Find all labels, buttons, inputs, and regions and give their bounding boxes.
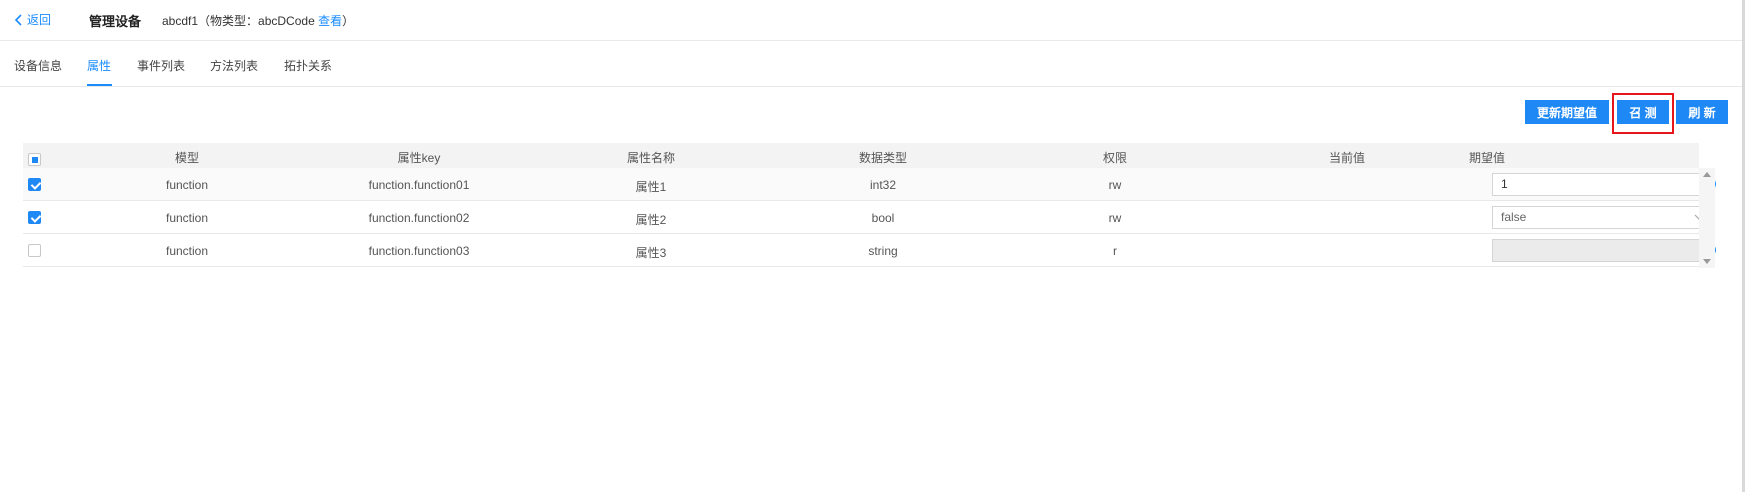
cell-key: function.function02: [368, 211, 470, 225]
column-header-expected: 期望值: [1469, 151, 1506, 165]
table-header: 模型 属性key 属性名称 数据类型 权限 当前值 期望值: [23, 143, 1699, 168]
tab-topology[interactable]: 拓扑关系: [284, 57, 332, 74]
cell-permission: r: [1113, 244, 1117, 258]
type-suffix: ）: [342, 14, 355, 28]
table-scrollbar[interactable]: [1699, 168, 1715, 268]
view-type-link[interactable]: 查看: [318, 14, 342, 28]
tab-events[interactable]: 事件列表: [137, 57, 185, 74]
refresh-button[interactable]: 刷 新: [1676, 100, 1728, 124]
column-header-key: 属性key: [397, 151, 441, 165]
cell-model: function: [165, 211, 209, 225]
table-row: function function.function03 属性3 string …: [23, 234, 1716, 267]
cell-model: function: [165, 178, 209, 192]
expected-value-select[interactable]: false: [1492, 206, 1715, 229]
cell-name: 属性2: [635, 213, 667, 227]
tab-bar: 设备信息 属性 事件列表 方法列表 拓扑关系: [0, 41, 1742, 87]
cell-model: function: [165, 244, 209, 258]
top-bar: 返回 管理设备 abcdf1（物类型：abcDCode 查看）: [0, 0, 1742, 41]
scroll-down-icon[interactable]: [1703, 259, 1711, 264]
table-row: function function.function01 属性1 int32 r…: [23, 168, 1716, 201]
scroll-up-icon[interactable]: [1703, 172, 1711, 177]
type-prefix: （物类型：: [198, 14, 259, 28]
back-label: 返回: [27, 13, 52, 27]
tab-device-info[interactable]: 设备信息: [14, 57, 62, 74]
cell-type: int32: [869, 178, 897, 192]
column-header-name: 属性名称: [626, 151, 676, 165]
cell-permission: rw: [1108, 211, 1122, 225]
page-title: 管理设备: [89, 14, 142, 29]
chevron-left-icon: [14, 13, 22, 26]
update-expected-button[interactable]: 更新期望值: [1525, 100, 1609, 124]
cell-name: 属性1: [635, 180, 667, 194]
device-info: abcdf1（物类型：abcDCode 查看）: [162, 12, 354, 29]
highlight-box: [1612, 93, 1674, 134]
cell-key: function.function03: [368, 244, 470, 258]
column-header-type: 数据类型: [858, 151, 908, 165]
active-tab-indicator: [87, 84, 112, 86]
tab-properties[interactable]: 属性: [87, 57, 111, 74]
column-header-model: 模型: [174, 151, 200, 165]
row-checkbox[interactable]: [28, 178, 41, 191]
expected-value-input-disabled: [1492, 239, 1702, 262]
cell-name: 属性3: [635, 246, 667, 260]
back-button[interactable]: 返回: [14, 11, 51, 28]
row-checkbox[interactable]: [28, 211, 41, 224]
column-header-permission: 权限: [1102, 151, 1128, 165]
expected-value-input[interactable]: 1: [1492, 173, 1702, 196]
column-header-current: 当前值: [1328, 151, 1366, 165]
type-name: abcDCode: [258, 14, 315, 28]
cell-type: bool: [871, 211, 895, 225]
table-row: function function.function02 属性2 bool rw…: [23, 201, 1715, 234]
device-name: abcdf1: [162, 14, 199, 28]
cell-key: function.function01: [368, 178, 470, 192]
cell-permission: rw: [1108, 178, 1122, 192]
cell-type: string: [868, 244, 898, 258]
tab-methods[interactable]: 方法列表: [210, 57, 258, 74]
select-all-checkbox[interactable]: [28, 153, 41, 166]
row-checkbox[interactable]: [28, 244, 41, 257]
select-value: false: [1501, 210, 1527, 224]
